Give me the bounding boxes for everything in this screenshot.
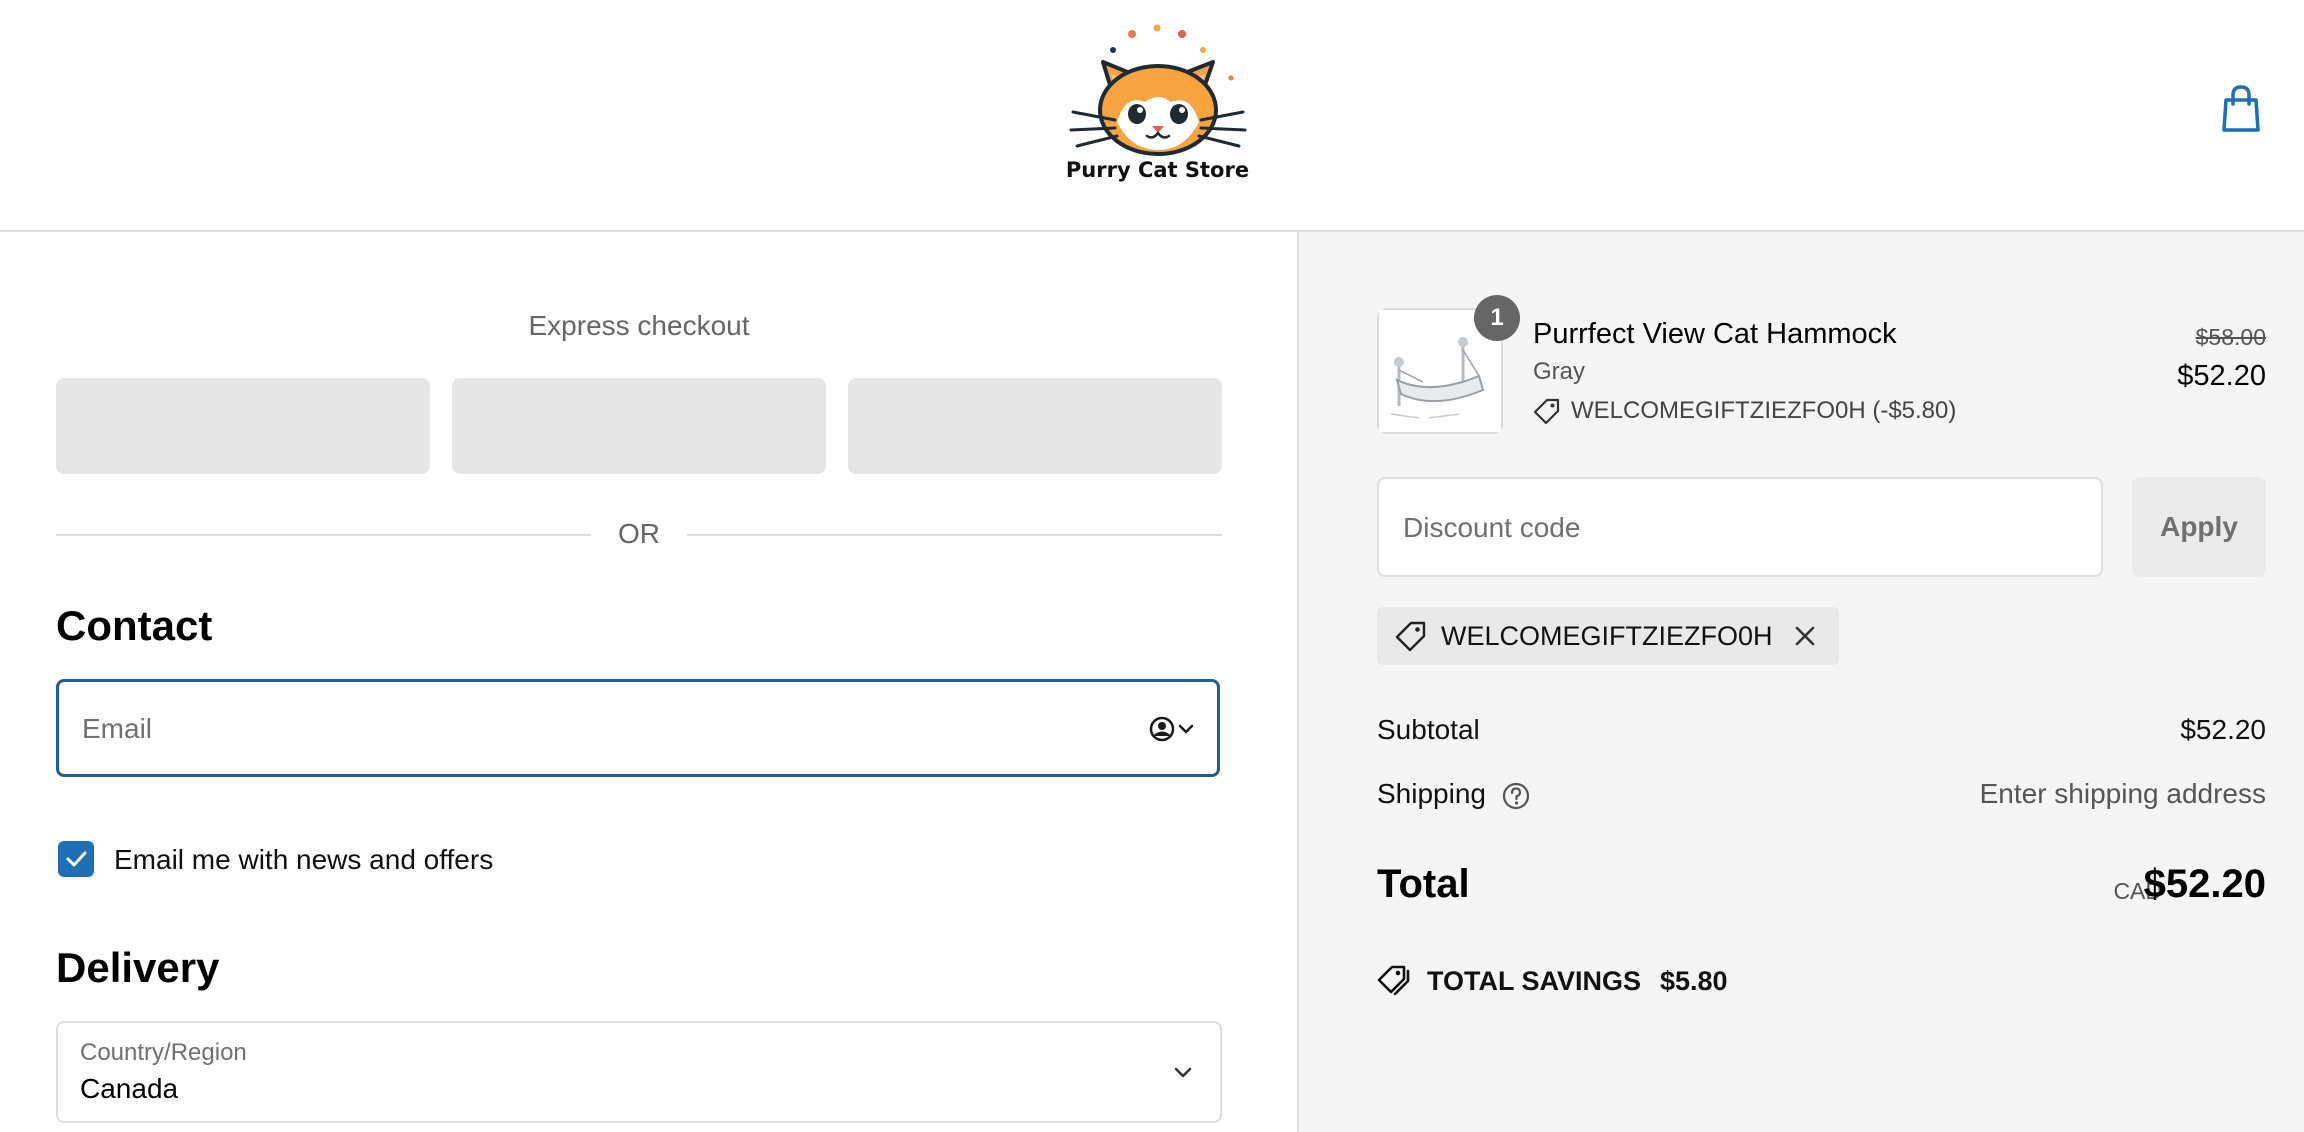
product-name: Purrfect View Cat Hammock [1533, 318, 1897, 350]
cat-logo-icon [1069, 24, 1247, 156]
subtotal-value: $52.20 [2180, 714, 2266, 745]
total-savings-value: $5.80 [1660, 966, 1728, 996]
express-pay-button-1[interactable] [56, 378, 430, 474]
email-field[interactable] [56, 679, 1220, 777]
newsletter-label: Email me with news and offers [114, 844, 494, 875]
shopping-bag-icon[interactable] [2220, 84, 2262, 134]
delivery-heading: Delivery [56, 944, 220, 991]
tag-icon [1533, 397, 1561, 425]
store-name: Purry Cat Store [1065, 158, 1250, 182]
product-discount-text: WELCOMEGIFTZIEZFO0H (-$5.80) [1571, 397, 1957, 424]
price-final: $52.20 [2177, 360, 2266, 392]
order-summary: 1 Purrfect View Cat Hammock Gray WELCOME… [1297, 232, 2304, 1132]
applied-code-text: WELCOMEGIFTZIEZFO0H [1441, 621, 1773, 651]
shipping-label: Shipping [1377, 778, 1486, 809]
applied-code-tag: WELCOMEGIFTZIEZFO0H [1377, 607, 1839, 665]
country-select[interactable]: Country/Region Canada [56, 1021, 1222, 1123]
total-savings-label: TOTAL SAVINGS [1427, 966, 1642, 996]
store-logo[interactable]: Purry Cat Store [1055, 22, 1260, 192]
close-icon[interactable] [1791, 622, 1819, 650]
profile-dropdown-icon[interactable] [1149, 715, 1197, 743]
or-divider: OR [56, 514, 1222, 554]
tag-icon [1395, 620, 1427, 652]
tags-icon [1377, 963, 1411, 997]
country-value: Canada [80, 1073, 179, 1104]
checkmark-icon [66, 851, 87, 867]
express-pay-button-3[interactable] [848, 378, 1222, 474]
express-pay-button-2[interactable] [452, 378, 826, 474]
price-original: $58.00 [2195, 324, 2266, 350]
site-header: Purry Cat Store [0, 0, 2304, 232]
total-value: $52.20 [2143, 862, 2266, 906]
checkout-form: Express checkout OR Contact Email me wit… [0, 232, 1297, 1132]
discount-code-field[interactable] [1377, 477, 2103, 577]
or-text: OR [618, 518, 660, 549]
contact-heading: Contact [56, 602, 213, 649]
email-input[interactable] [80, 706, 1084, 752]
total-label: Total [1377, 862, 1470, 906]
express-checkout-title: Express checkout [528, 310, 750, 341]
apply-button[interactable]: Apply [2132, 477, 2266, 577]
quantity-badge: 1 [1474, 295, 1520, 341]
chevron-down-icon [1168, 1057, 1198, 1087]
newsletter-checkbox[interactable] [58, 841, 94, 877]
country-label: Country/Region [80, 1039, 247, 1066]
subtotal-label: Subtotal [1377, 714, 1480, 745]
help-icon[interactable] [1500, 780, 1532, 812]
product-variant: Gray [1533, 358, 1586, 385]
shipping-value: Enter shipping address [1979, 778, 2266, 809]
discount-code-input[interactable] [1401, 505, 2085, 551]
